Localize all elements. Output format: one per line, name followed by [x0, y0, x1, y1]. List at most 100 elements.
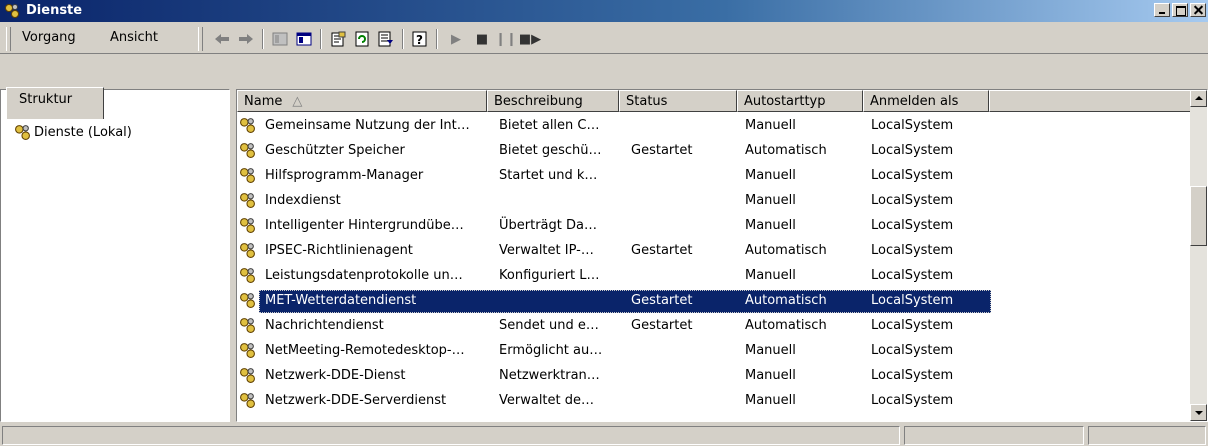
cell-name: Netzwerk-DDE-Dienst [265, 368, 406, 383]
refresh-icon[interactable] [352, 29, 372, 49]
cell-beschreibung: Verwaltet IP-… [499, 243, 594, 258]
status-panel-2 [904, 426, 1084, 445]
column-header-status[interactable]: Status [619, 90, 737, 112]
toolbar-grip[interactable] [6, 27, 11, 51]
cell-anmelden-als: LocalSystem [871, 218, 954, 233]
column-header-empty [989, 90, 1192, 112]
status-panel-main [2, 426, 900, 445]
column-header-name[interactable]: Name △ [237, 90, 487, 112]
tree-item-label: Dienste (Lokal) [34, 125, 132, 140]
services-gear-icon [5, 4, 19, 18]
cell-anmelden-als: LocalSystem [871, 143, 954, 158]
back-arrow-icon[interactable] [212, 29, 232, 49]
table-row[interactable]: MET-Wetterdatendienst Gestartet Automatisc… [237, 289, 1192, 314]
service-gear-icon [240, 193, 255, 208]
cell-autostarttyp: Manuell [745, 368, 796, 383]
table-row[interactable]: Intelligenter Hintergrundübe… Überträgt D… [237, 214, 1192, 239]
cell-status: Gestartet [631, 293, 693, 308]
cell-autostarttyp: Manuell [745, 168, 796, 183]
cell-name: IPSEC-Richtlinienagent [265, 243, 413, 258]
help-icon[interactable]: ? [410, 29, 430, 49]
services-list: Name △ Beschreibung Status Autostarttyp A… [236, 89, 1208, 422]
services-gear-icon [15, 125, 30, 140]
cell-autostarttyp: Automatisch [745, 243, 827, 258]
list-header: Name △ Beschreibung Status Autostarttyp A… [237, 90, 1192, 112]
scroll-up-button[interactable] [1190, 90, 1207, 107]
cell-anmelden-als: LocalSystem [871, 393, 954, 408]
service-gear-icon [240, 343, 255, 358]
console-tree-icon[interactable] [270, 29, 290, 49]
cell-anmelden-als: LocalSystem [871, 318, 954, 333]
forward-arrow-icon[interactable] [236, 29, 256, 49]
cell-name: Netzwerk-DDE-Serverdienst [265, 393, 447, 408]
toolbar-grip-2[interactable] [198, 27, 203, 51]
service-gear-icon [240, 168, 255, 183]
play-icon[interactable]: ▶ [446, 29, 466, 49]
minimize-button[interactable] [1154, 3, 1170, 17]
menu-ansicht[interactable]: Ansicht [110, 30, 158, 45]
cell-beschreibung: Verwaltet de… [499, 393, 595, 408]
table-row[interactable]: NetMeeting-Remotedesktop-… Ermöglicht au…… [237, 339, 1192, 364]
stop-icon[interactable]: ■ [472, 29, 492, 49]
cell-name: NetMeeting-Remotedesktop-… [265, 343, 465, 358]
window-title: Dienste [26, 3, 83, 18]
svg-text:?: ? [416, 33, 423, 47]
service-gear-icon [240, 368, 255, 383]
cell-name: Leistungsdatenprotokolle un… [265, 268, 463, 283]
scroll-down-button[interactable] [1190, 404, 1207, 421]
cell-beschreibung: Startet und k… [499, 168, 598, 183]
table-row[interactable]: Indexdienst Manuell LocalSystem [237, 189, 1192, 214]
service-gear-icon [240, 268, 255, 283]
cell-anmelden-als: LocalSystem [871, 293, 954, 308]
status-panel-3 [1088, 426, 1206, 445]
table-row[interactable]: Gemeinsame Nutzung der Int… Bietet allen … [237, 114, 1192, 139]
pause-icon[interactable]: ❙❙ [495, 29, 517, 49]
cell-autostarttyp: Manuell [745, 343, 796, 358]
cell-beschreibung: Sendet und e… [499, 318, 599, 333]
table-row[interactable]: Nachrichtendienst Sendet und e… Gestartet A… [237, 314, 1192, 339]
column-header-autostarttyp[interactable]: Autostarttyp [737, 90, 863, 112]
show-hide-pane-icon[interactable] [294, 29, 314, 49]
cell-anmelden-als: LocalSystem [871, 368, 954, 383]
properties-icon[interactable] [328, 29, 348, 49]
tab-struktur[interactable]: Struktur [6, 87, 104, 119]
service-gear-icon [240, 393, 255, 408]
cell-name: Intelligenter Hintergrundübe… [265, 218, 464, 233]
cell-autostarttyp: Automatisch [745, 318, 827, 333]
table-row[interactable]: Hilfsprogramm-Manager Startet und k… Manue… [237, 164, 1192, 189]
cell-beschreibung: Bietet allen C… [499, 118, 600, 133]
service-gear-icon [240, 293, 255, 308]
close-button[interactable] [1190, 3, 1206, 17]
export-list-icon[interactable] [376, 29, 396, 49]
menu-vorgang[interactable]: Vorgang [22, 30, 76, 45]
cell-name: Geschützter Speicher [265, 143, 405, 158]
cell-anmelden-als: LocalSystem [871, 118, 954, 133]
table-row[interactable]: Netzwerk-DDE-Dienst Netzwerktran… Manuell L… [237, 364, 1192, 389]
cell-beschreibung: Überträgt Da… [499, 218, 597, 233]
cell-name: Gemeinsame Nutzung der Int… [265, 118, 470, 133]
service-gear-icon [240, 218, 255, 233]
cell-beschreibung: Ermöglicht au… [499, 343, 603, 358]
restart-icon[interactable]: ■▶ [519, 29, 541, 49]
service-gear-icon [240, 243, 255, 258]
cell-autostarttyp: Manuell [745, 118, 796, 133]
table-row[interactable]: Netzwerk-DDE-Serverdienst Verwaltet de… Ma… [237, 389, 1192, 414]
table-row[interactable]: Geschützter Speicher Bietet geschü… Gestar… [237, 139, 1192, 164]
cell-anmelden-als: LocalSystem [871, 268, 954, 283]
maximize-button[interactable] [1172, 3, 1188, 17]
table-row[interactable]: IPSEC-Richtlinienagent Verwaltet IP-… Gest… [237, 239, 1192, 264]
vertical-scrollbar[interactable] [1190, 90, 1207, 421]
cell-beschreibung: Bietet geschü… [499, 143, 602, 158]
toolbar: Vorgang Ansicht ? ▶ ■ ❙❙ ■▶ [0, 24, 1208, 54]
column-header-beschreibung[interactable]: Beschreibung [487, 90, 619, 112]
cell-autostarttyp: Manuell [745, 393, 796, 408]
column-header-anmelden-als[interactable]: Anmelden als [863, 90, 989, 112]
status-bar [0, 424, 1208, 446]
title-bar: Dienste [0, 0, 1208, 22]
cell-autostarttyp: Automatisch [745, 293, 827, 308]
tree-item-services-local[interactable]: Dienste (Lokal) [14, 124, 132, 141]
cell-name: MET-Wetterdatendienst [265, 293, 417, 308]
service-gear-icon [240, 318, 255, 333]
scroll-thumb[interactable] [1190, 186, 1207, 246]
table-row[interactable]: Leistungsdatenprotokolle un… Konfiguriert… [237, 264, 1192, 289]
